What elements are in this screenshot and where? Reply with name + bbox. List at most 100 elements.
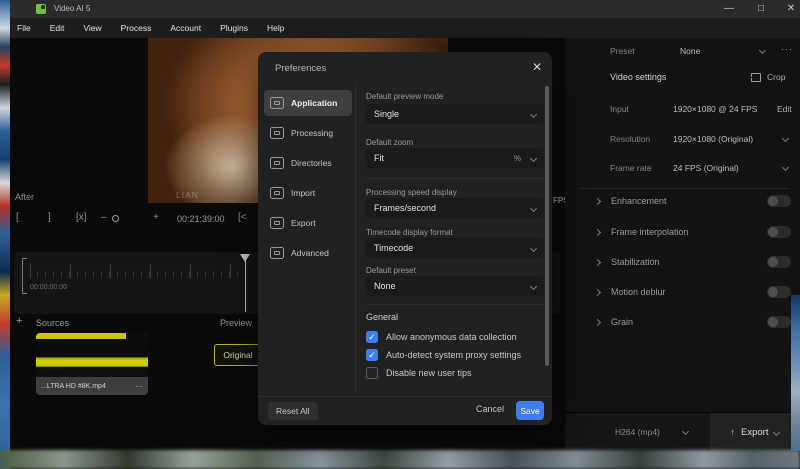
export-button[interactable]: ↑ Export (710, 413, 800, 451)
resolution-value[interactable]: 1920×1080 (Original) (673, 134, 753, 144)
processing-speed-select[interactable]: Frames/second (366, 198, 544, 218)
zoom-slider-knob[interactable] (112, 215, 119, 222)
set-in-point-button[interactable]: [ (16, 212, 19, 223)
save-label: Save (520, 405, 540, 416)
zoom-out-button[interactable]: – (101, 212, 107, 223)
motion-deblur-label[interactable]: Motion deblur (611, 287, 666, 297)
preferences-dialog: Preferences ✕ Application Processing Dir… (258, 52, 552, 425)
clip-thumbnail-notch (126, 333, 148, 339)
clear-marks-button[interactable]: [x] (76, 212, 87, 223)
sources-heading: Sources (36, 318, 70, 328)
dialog-scrollbar[interactable] (545, 86, 549, 366)
default-preset-select[interactable]: None (366, 276, 544, 296)
timeline-ruler[interactable] (30, 264, 242, 278)
grain-chevron-right-icon[interactable] (593, 318, 602, 327)
checkbox-proxy-settings[interactable]: ✓ Auto-detect system proxy settings (366, 348, 521, 362)
enhancement-chevron-right-icon[interactable] (593, 197, 602, 206)
clip-menu-button[interactable]: ··· (135, 382, 143, 391)
sidebar-item-application[interactable]: Application (264, 90, 352, 116)
check-icon: ✓ (368, 331, 376, 342)
checkbox-box[interactable]: ✓ (366, 349, 378, 361)
default-preview-mode-select[interactable]: Single (366, 104, 544, 124)
sidebar-item-advanced[interactable]: Advanced (264, 240, 352, 266)
menu-account[interactable]: Account (167, 21, 204, 35)
menu-plugins[interactable]: Plugins (217, 21, 251, 35)
input-label: Input (610, 104, 629, 114)
checkbox-box[interactable]: ✓ (366, 331, 378, 343)
framerate-chevron-down-icon[interactable] (781, 163, 790, 172)
checkbox-label: Disable new user tips (386, 368, 472, 378)
select-value: Single (374, 109, 400, 119)
section-divider (366, 178, 544, 179)
advanced-icon (270, 247, 284, 259)
menu-view[interactable]: View (80, 21, 104, 35)
stabilization-toggle[interactable] (767, 256, 791, 268)
set-out-point-button[interactable]: ] (48, 212, 51, 223)
checkbox-label: Allow anonymous data collection (386, 332, 517, 342)
chevron-down-icon (529, 110, 538, 118)
desktop-right-strip (791, 295, 800, 451)
sidebar-item-import[interactable]: Import (264, 180, 352, 206)
format-chevron-down-icon[interactable] (681, 427, 690, 436)
checkbox-disable-tips[interactable]: ✓ Disable new user tips (366, 366, 472, 380)
prev-frame-button[interactable]: [< (238, 212, 247, 223)
cancel-button[interactable]: Cancel (476, 404, 504, 414)
sidebar-item-export[interactable]: Export (264, 210, 352, 236)
crop-button[interactable]: Crop (767, 72, 785, 82)
export-arrow-icon: ↑ (730, 427, 736, 437)
timecode-format-select[interactable]: Timecode (366, 238, 544, 258)
menu-edit[interactable]: Edit (47, 21, 68, 35)
dialog-separator (355, 82, 356, 392)
sidebar-item-processing[interactable]: Processing (264, 120, 352, 146)
crop-icon[interactable] (749, 73, 761, 82)
stabilization-label[interactable]: Stabilization (611, 257, 660, 267)
save-button[interactable]: Save (516, 401, 544, 420)
sidebar-item-label: Advanced (291, 248, 329, 258)
frame-interpolation-chevron-right-icon[interactable] (593, 228, 602, 237)
sidebar-item-directories[interactable]: Directories (264, 150, 352, 176)
default-zoom-select[interactable]: Fit % (366, 148, 544, 168)
framerate-value[interactable]: 24 FPS (Original) (673, 163, 739, 173)
maximize-button[interactable]: □ (752, 3, 770, 14)
preset-chevron-down-icon[interactable] (758, 46, 767, 55)
source-clip-card[interactable]: ...LTRA HD #8K.mp4 ··· (36, 333, 148, 395)
add-source-button[interactable]: + (16, 315, 22, 327)
reset-all-button[interactable]: Reset All (268, 402, 318, 420)
timeline-start-timecode: 00:00:00:00 (30, 284, 67, 291)
grain-label[interactable]: Grain (611, 317, 633, 327)
menu-process[interactable]: Process (118, 21, 155, 35)
export-format-select[interactable]: H264 (mp4) (615, 427, 660, 437)
grain-toggle[interactable] (767, 316, 791, 328)
export-chevron-down-icon[interactable] (773, 428, 781, 436)
checkbox-box[interactable]: ✓ (366, 367, 378, 379)
close-button[interactable]: ✕ (782, 3, 800, 14)
menu-file[interactable]: File (14, 21, 34, 35)
motion-deblur-toggle[interactable] (767, 286, 791, 298)
section-divider (366, 304, 544, 305)
enhancement-label[interactable]: Enhancement (611, 196, 667, 206)
stabilization-chevron-right-icon[interactable] (593, 258, 602, 267)
framerate-label: Frame rate (610, 163, 652, 173)
title-bar[interactable]: Video AI 5 — □ ✕ (10, 0, 800, 18)
resolution-chevron-down-icon[interactable] (781, 134, 790, 143)
checkbox-label: Auto-detect system proxy settings (386, 350, 522, 360)
input-edit-button[interactable]: Edit (777, 104, 792, 114)
dialog-close-button[interactable]: ✕ (532, 60, 542, 74)
timeline-in-bracket[interactable] (22, 258, 27, 294)
frame-interpolation-label[interactable]: Frame interpolation (611, 227, 689, 237)
original-toggle-button[interactable]: Original (214, 344, 262, 366)
enhancement-toggle[interactable] (767, 195, 791, 207)
minimize-button[interactable]: — (720, 3, 738, 14)
preset-value[interactable]: None (680, 46, 700, 56)
frame-interpolation-toggle[interactable] (767, 226, 791, 238)
menu-help[interactable]: Help (264, 21, 287, 35)
clip-footer: ...LTRA HD #8K.mp4 ··· (36, 377, 148, 395)
motion-deblur-chevron-right-icon[interactable] (593, 288, 602, 297)
panel-divider (580, 188, 790, 189)
checkbox-anonymous-data[interactable]: ✓ Allow anonymous data collection (366, 330, 517, 344)
zoom-in-button[interactable]: + (153, 212, 159, 223)
preset-menu-button[interactable]: ··· (781, 44, 793, 54)
export-button-label: Export (741, 426, 769, 438)
clip-name: ...LTRA HD #8K.mp4 (41, 382, 106, 390)
select-value: Timecode (374, 243, 414, 253)
